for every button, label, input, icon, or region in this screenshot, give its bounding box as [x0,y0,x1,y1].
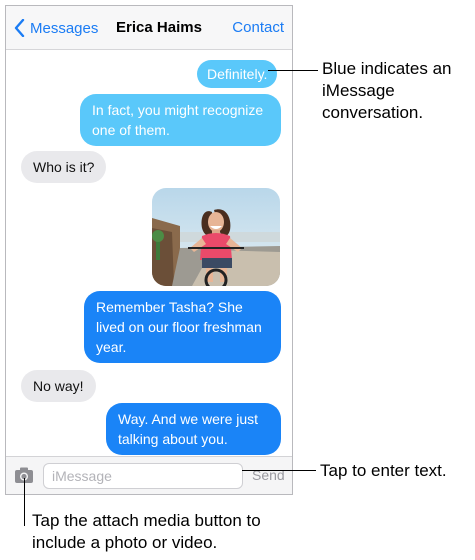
message-text: Definitely. [207,66,268,82]
chevron-left-icon [14,19,25,37]
message-toolbar: Send [6,456,292,494]
message-text: Remember Tasha? She lived on our floor f… [96,299,262,355]
callout-line-input [242,470,316,471]
photo-image [152,188,280,286]
message-bubble[interactable]: Who is it? [21,151,107,183]
message-text: Who is it? [33,159,95,175]
contact-button[interactable]: Contact [232,19,284,36]
callout-line-blue [268,70,318,71]
message-text: No way! [33,378,84,394]
callout-blue-bubble: Blue indicates an iMessage conversation. [322,59,452,122]
callout-input: Tap to enter text. [320,461,447,480]
message-bubble[interactable]: No way! [21,370,96,402]
message-bubble[interactable]: Definitely. [197,60,278,88]
message-input[interactable] [43,463,243,489]
message-bubble[interactable]: In fact, you might recognize one of them… [80,94,281,146]
message-text: Way. And we were just talking about you. [118,411,259,447]
message-bubble[interactable]: Way. And we were just talking about you. [106,403,281,455]
message-text: In fact, you might recognize one of them… [92,102,264,138]
callout-line-camera [24,478,25,526]
navigation-bar: Messages Erica Haims Contact [6,6,292,50]
message-bubble[interactable]: Remember Tasha? She lived on our floor f… [84,291,281,363]
callout-camera: Tap the attach media button to include a… [32,511,261,552]
photo-message[interactable] [152,188,280,286]
messages-screen: Messages Erica Haims Contact Definitely.… [5,5,293,495]
